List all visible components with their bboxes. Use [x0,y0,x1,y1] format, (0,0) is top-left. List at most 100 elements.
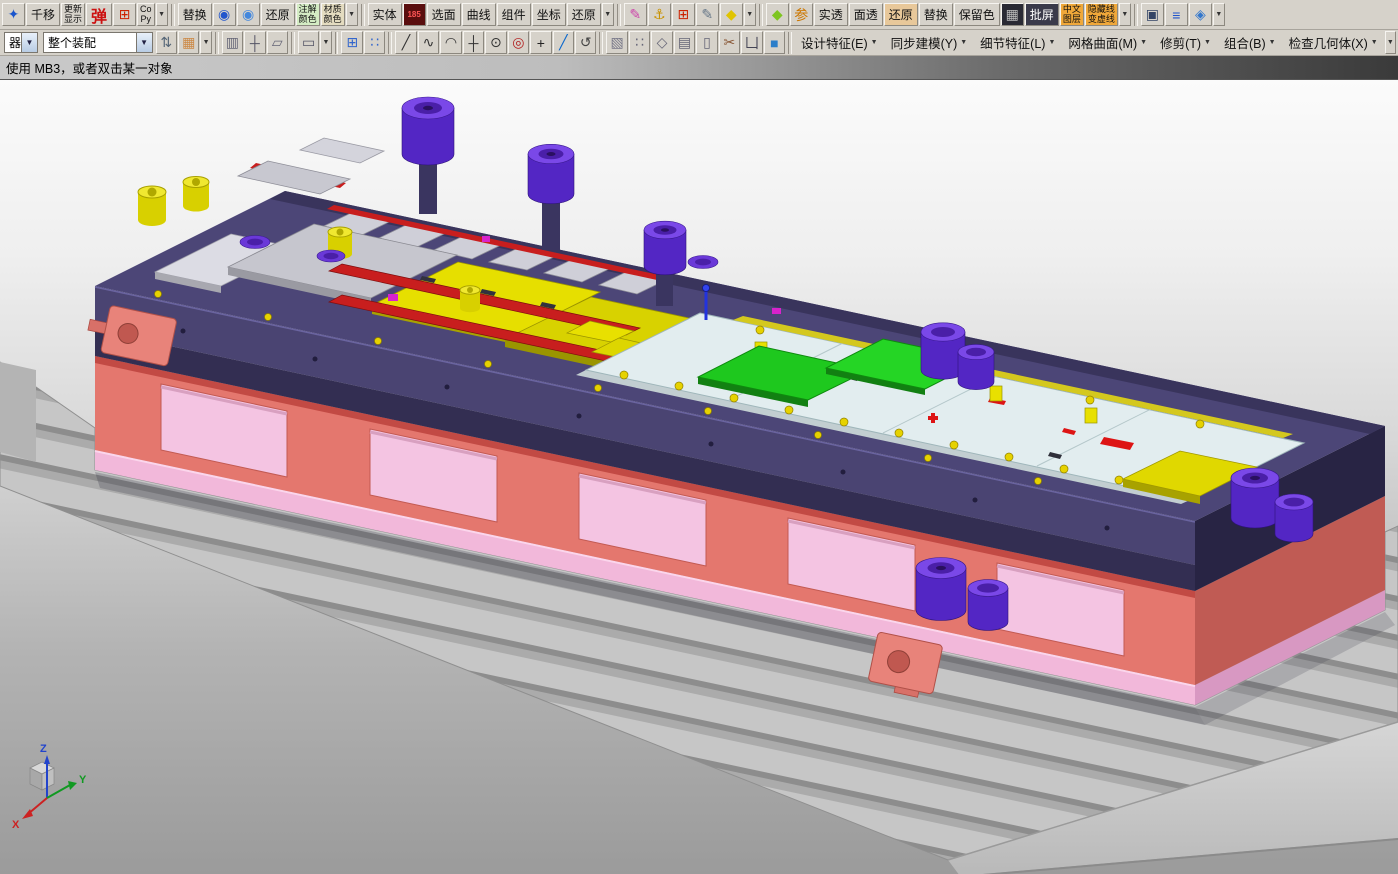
blue-sphere2-icon[interactable]: ◉ [236,3,260,26]
toolbar-row1: ✦ 千移 更新 显示弹 ⊞ Co Py ▼ 替换 ◉ ◉ 还原 注解 颜色 材质 颜色 ▼ 实体 185 选面 曲线 组件… [0,0,1398,30]
grid-icon[interactable]: ⊞ [341,31,363,54]
point-tool-icon[interactable]: ┼ [462,31,485,54]
type-filter-combo-arrow-icon[interactable]: ▼ [21,33,37,52]
sheet-icon[interactable]: ▤ [673,31,696,54]
isometric-cube-icon[interactable]: ▥ [221,31,244,54]
color-dropdown-arrow[interactable]: ▼ [345,3,358,26]
replace-button-2[interactable]: 替换 [918,3,953,26]
material-color-button[interactable]: 材质 颜色 [320,3,345,26]
menu-detail-feature[interactable]: 细节特征(L) ▼ [974,32,1061,54]
spline-tool-icon[interactable]: ∿ [417,31,440,54]
component-button[interactable]: 组件 [496,3,531,26]
menu-synchronous-modeling[interactable]: 同步建模(Y) ▼ [885,32,974,54]
mirror-icon[interactable]: ◇ [651,31,673,54]
blue-box-icon[interactable]: ■ [763,31,786,54]
trim-body-icon[interactable]: ▧ [606,31,628,54]
replace-button-1[interactable]: 替换 [177,3,212,26]
annotation-color-button[interactable]: 注解 颜色 [295,3,320,26]
datum-plane-icon[interactable]: ▱ [266,31,289,54]
coordinate-button[interactable]: 坐标 [531,3,566,26]
triad-z-label: Z [40,743,47,755]
toolbar-separator [170,3,175,26]
pan-move-button[interactable]: 千移 [26,3,61,26]
hidden-line-button[interactable]: 隐藏线 变虚线 [1084,3,1118,26]
chinese-layer-button[interactable]: 中文 图层 [1059,3,1084,26]
wcs-triad[interactable]: Z Y X [12,743,87,831]
viewport-3d[interactable]: Z Y X [0,80,1398,874]
help-dropdown-arrow[interactable]: ▼ [1212,3,1225,26]
selection-dropdown-arrow[interactable]: ▼ [601,3,614,26]
param-diamond-icon[interactable]: 参 [789,3,813,26]
menu-combine[interactable]: 组合(B) ▼ [1218,32,1282,54]
menu-check-geometry[interactable]: 检查几何体(X) ▼ [1283,32,1384,54]
green-diamond-icon[interactable]: ◆ [765,3,789,26]
rotate-arc-icon[interactable]: ↺ [575,31,597,54]
orient-icon[interactable]: ┼ [244,31,266,54]
yellow-diamond-icon[interactable]: ◆ [719,3,743,26]
select-mode-dropdown-arrow[interactable]: ▼ [320,31,332,54]
scissors-icon[interactable]: ✂ [718,31,741,54]
graphics-window[interactable]: Z Y X [0,80,1398,874]
select-face-button[interactable]: 选面 [426,3,461,26]
toolbar-row2: 器 ▼ 整个装配 ▼ ⇅ ▦ ▼ ▥ ┼ ▱ ▭ ▼ ⊞ ∷ ╱ ∿ ◠ ┼ ⊙ ◎ + ╱ ↺ ▧ ∷ ◇ ▤ ▯ ✂ 凵 ■ 设计特征(E… [0,30,1398,56]
angle-line-icon[interactable]: ╱ [552,31,575,54]
type-filter-combo[interactable]: 器 ▼ [4,32,38,53]
menu-trim[interactable]: 修剪(T) ▼ [1154,32,1217,54]
restore-button-2[interactable]: 还原 [566,3,601,26]
tools-dropdown-arrow[interactable]: ▼ [743,3,756,26]
menu-design-feature[interactable]: 设计特征(E) ▼ [795,32,884,54]
rect-select-icon[interactable]: ▭ [297,31,320,54]
palette-icon[interactable]: ▦ [178,31,200,54]
restore-button-3[interactable]: 还原 [883,3,918,26]
monitor-icon[interactable]: ▣ [1140,3,1164,26]
menu-detail-feature-label: 细节特征(L) [980,37,1046,51]
circle-center-icon[interactable]: ⊙ [485,31,507,54]
pattern-icon[interactable]: ∷ [628,31,651,54]
clipboard-dropdown-arrow[interactable]: ▼ [155,3,168,26]
arc-tool-icon[interactable]: ◠ [440,31,462,54]
blue-lines-icon[interactable]: ≡ [1164,3,1188,26]
snap-points-icon[interactable]: ∷ [363,31,386,54]
selection-scope-combo[interactable]: 整个装配 ▼ [43,32,153,53]
keep-color-button[interactable]: 保留色 [953,3,1000,26]
line-tool-icon[interactable]: ╱ [395,31,417,54]
copy-button[interactable]: Co Py [137,3,155,26]
menu-check-geometry-arrow-icon: ▼ [1370,39,1378,46]
pop-button[interactable]: 弹 [86,3,113,26]
help-icon[interactable]: ◈ [1188,3,1212,26]
link-icon[interactable]: ⇅ [155,31,178,54]
gear-edit-icon[interactable]: ✎ [695,3,719,26]
menu-design-feature-label: 设计特征(E) [800,37,868,51]
scope-dropdown-arrow[interactable]: ▼ [200,31,212,54]
render-preview-icon[interactable]: ▦ [1000,3,1024,26]
update-display-button[interactable]: 更新 显示 [61,3,86,26]
help-icon-glyph: ◈ [1194,6,1206,22]
red-grid-icon[interactable]: ⊞ [113,3,137,26]
curve-button[interactable]: 曲线 [461,3,496,26]
pencil-pin-icon[interactable]: ✎ [623,3,647,26]
restore-button-1[interactable]: 还原 [260,3,295,26]
menu-mesh-surface[interactable]: 网格曲面(M) ▼ [1062,32,1153,54]
display-185-icon[interactable]: 185 [402,3,426,26]
blue-sphere2-icon-glyph: ◉ [241,6,255,22]
measure-icon[interactable]: ▯ [696,31,718,54]
circle-tool-icon[interactable]: ◎ [507,31,530,54]
copy-button-line2: Py [140,13,152,24]
selection-scope-combo-arrow-icon[interactable]: ▼ [135,33,152,52]
blue-sphere-icon[interactable]: ◉ [212,3,236,26]
solid-button[interactable]: 实体 [367,3,402,26]
red-grid2-icon[interactable]: ⊞ [671,3,695,26]
plus-tool-icon[interactable]: + [530,31,552,54]
slot-icon[interactable]: 凵 [741,31,763,54]
menu-detail-feature-arrow-icon: ▼ [1048,39,1056,46]
menu-overflow-arrow[interactable]: ▼ [1384,31,1396,54]
app-icon[interactable]: ✦ [2,3,25,26]
anchor-lock-icon[interactable]: ⚓ [647,3,671,26]
face-translucent-button[interactable]: 面透 [848,3,883,26]
batch-screen-button[interactable]: 批屏 [1024,3,1059,26]
point-tool-icon-glyph: ┼ [468,34,479,51]
solid-translucent-button[interactable]: 实透 [813,3,848,26]
display-dropdown-arrow[interactable]: ▼ [1118,3,1131,26]
red-grid-icon-glyph: ⊞ [118,6,131,22]
toolbar-separator [360,3,365,26]
